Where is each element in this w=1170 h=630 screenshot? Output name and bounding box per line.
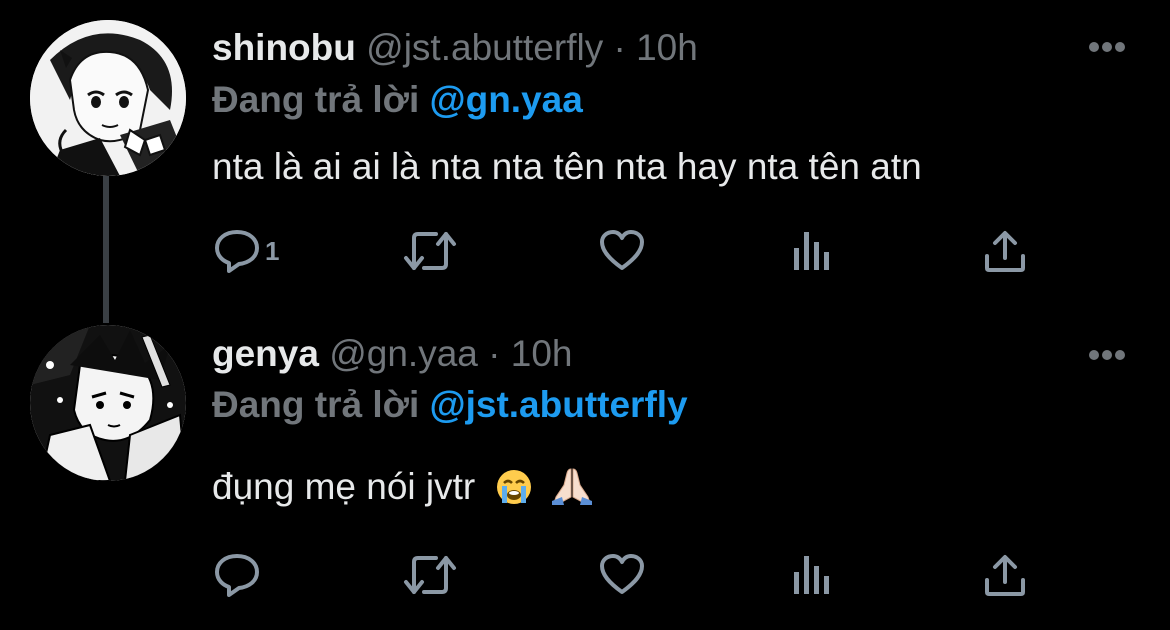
tweet-header: genya @gn.yaa · 10h: [212, 332, 573, 376]
retweet-button[interactable]: [402, 552, 458, 598]
display-name[interactable]: shinobu: [212, 27, 356, 68]
tweet[interactable]: shinobu @jst.abutterfly · 10h Đang trả l…: [0, 0, 1170, 315]
retweet-button[interactable]: [402, 228, 458, 274]
like-icon: [600, 230, 644, 270]
tweet-text-line: đụng mẹ nói jvtr: [212, 465, 592, 515]
share-icon: [985, 555, 1025, 596]
like-icon: [600, 554, 644, 594]
reply-button[interactable]: 1: [213, 228, 279, 274]
timestamp[interactable]: 10h: [511, 333, 573, 374]
loudly-crying-face-icon: [496, 469, 532, 515]
share-button[interactable]: [983, 228, 1027, 274]
tweet-text: đụng mẹ nói jvtr: [212, 466, 476, 507]
views-icon: [794, 556, 829, 594]
like-button[interactable]: [598, 552, 646, 596]
separator-dot: ·: [613, 27, 626, 68]
avatar[interactable]: [30, 20, 186, 176]
more-icon[interactable]: [1088, 40, 1126, 52]
tweet[interactable]: genya @gn.yaa · 10h Đang trả lời @jst.ab…: [0, 315, 1170, 630]
more-icon[interactable]: [1088, 348, 1126, 360]
like-button[interactable]: [598, 228, 646, 272]
replying-to-mention[interactable]: @gn.yaa: [430, 79, 583, 120]
replying-to-line: Đang trả lời @gn.yaa: [212, 78, 583, 122]
tweet-text: nta là ai ai là nta nta tên nta hay nta …: [212, 146, 922, 187]
user-handle[interactable]: @jst.abutterfly: [366, 27, 603, 68]
reply-button[interactable]: [213, 552, 265, 598]
share-icon: [985, 231, 1025, 272]
views-button[interactable]: [792, 552, 834, 596]
retweet-icon: [404, 556, 456, 594]
replying-to-mention[interactable]: @jst.abutterfly: [430, 384, 688, 425]
user-handle[interactable]: @gn.yaa: [329, 333, 478, 374]
timestamp[interactable]: 10h: [636, 27, 698, 68]
separator-dot: ·: [488, 333, 501, 374]
replying-to-line: Đang trả lời @jst.abutterfly: [212, 383, 688, 427]
reply-icon: [215, 554, 259, 597]
avatar[interactable]: [30, 325, 186, 481]
tweet-header: shinobu @jst.abutterfly · 10h: [212, 26, 698, 70]
reply-icon: [215, 230, 259, 273]
retweet-icon: [404, 232, 456, 270]
replying-to-label: Đang trả lời: [212, 79, 420, 120]
views-button[interactable]: [792, 228, 834, 272]
reply-count: 1: [265, 235, 280, 266]
share-button[interactable]: [983, 552, 1027, 598]
folded-hands-icon: [551, 467, 592, 515]
replying-to-label: Đang trả lời: [212, 384, 420, 425]
display-name[interactable]: genya: [212, 333, 319, 374]
views-icon: [794, 232, 829, 270]
